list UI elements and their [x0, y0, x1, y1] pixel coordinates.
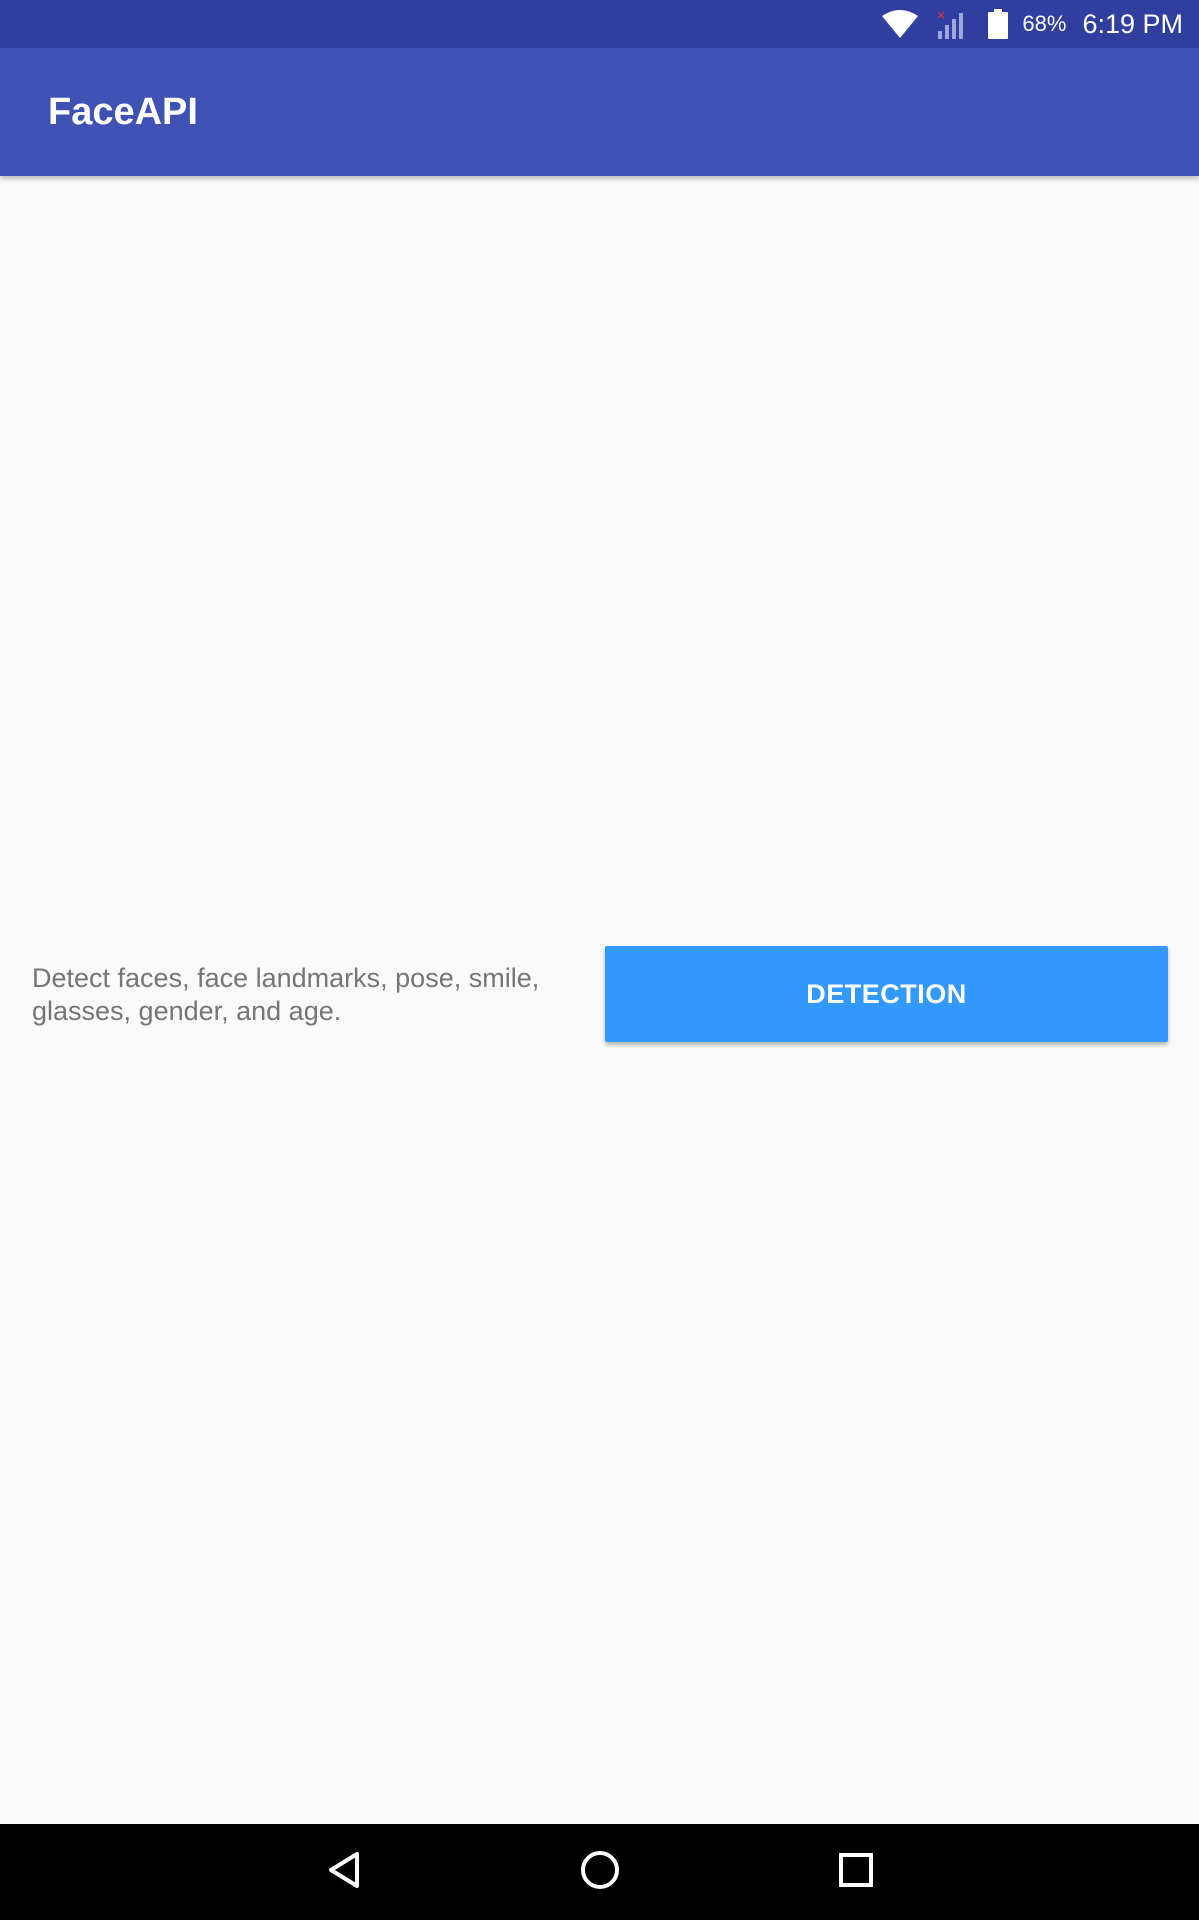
- nav-bar: [0, 1824, 1199, 1920]
- feature-description: Detect faces, face landmarks, pose, smil…: [32, 963, 540, 1026]
- status-bar: × 68% 6:19 PM: [0, 0, 1199, 48]
- recents-icon: [839, 1852, 873, 1892]
- nav-back-button[interactable]: [314, 1842, 374, 1902]
- feature-row: Detect faces, face landmarks, pose, smil…: [0, 946, 1199, 1044]
- status-icons: × 68% 6:19 PM: [864, 0, 1183, 48]
- detection-button[interactable]: DETECTION: [605, 946, 1168, 1042]
- svg-text:×: ×: [936, 9, 946, 22]
- home-icon: [580, 1850, 620, 1895]
- nav-home-button[interactable]: [570, 1842, 630, 1902]
- app-title: FaceAPI: [48, 91, 198, 133]
- wifi-icon: [882, 10, 919, 38]
- back-icon: [327, 1851, 361, 1894]
- battery-percent: 68%: [1022, 11, 1067, 36]
- battery-icon: [988, 9, 1009, 39]
- screen: × 68% 6:19 PM FaceAPI Detect faces, face…: [0, 0, 1199, 1920]
- app-bar: FaceAPI: [0, 48, 1199, 176]
- nav-recents-button[interactable]: [826, 1842, 886, 1902]
- cell-signal-icon: ×: [936, 9, 970, 39]
- status-time: 6:19 PM: [1082, 8, 1183, 39]
